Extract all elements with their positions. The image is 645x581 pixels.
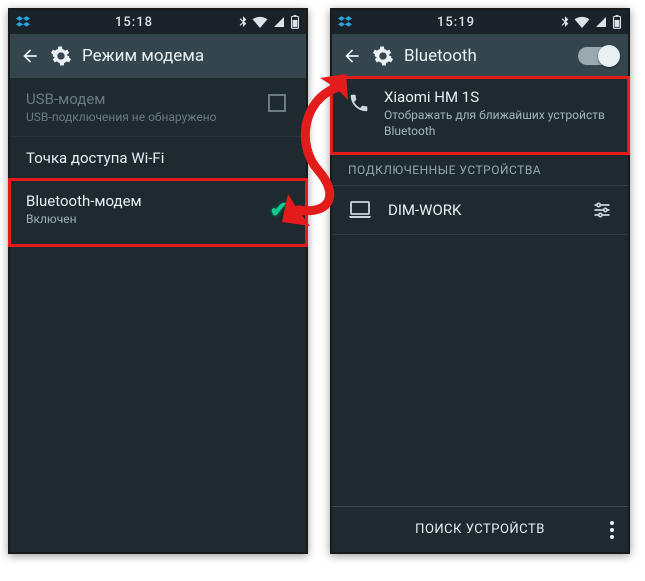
back-icon[interactable] — [342, 46, 362, 66]
wifi-hotspot-row[interactable]: Точка доступа Wi-Fi — [10, 137, 306, 180]
device-name: Xiaomi HM 1S — [384, 88, 612, 106]
app-bar: Режим модема — [10, 34, 306, 78]
usb-tethering-sub: USB-подключения не обнаружено — [26, 110, 290, 124]
dropbox-icon — [16, 15, 30, 29]
bottom-action-bar: ПОИСК УСТРОЙСТВ — [332, 506, 628, 552]
gear-icon — [372, 45, 394, 67]
paired-device-row[interactable]: DIM-WORK — [332, 186, 628, 235]
wifi-icon — [252, 16, 268, 28]
bluetooth-icon — [238, 15, 248, 29]
sliders-icon[interactable] — [592, 200, 612, 220]
status-clock: 15:18 — [30, 15, 238, 30]
more-icon[interactable] — [610, 521, 614, 539]
paired-device-name: DIM-WORK — [388, 201, 576, 219]
bluetooth-icon — [560, 15, 570, 29]
app-bar: Bluetooth — [332, 34, 628, 78]
usb-checkbox — [268, 94, 286, 112]
bluetooth-tethering-title: Bluetooth-модем — [26, 192, 290, 210]
device-visibility-row[interactable]: Xiaomi HM 1S Отображать для ближайших ус… — [332, 78, 628, 153]
status-bar: 15:19 — [332, 10, 628, 34]
status-clock: 15:19 — [352, 15, 560, 30]
usb-tethering-row: USB-модем USB-подключения не обнаружено — [10, 78, 306, 137]
signal-icon — [594, 16, 608, 28]
appbar-title: Bluetooth — [404, 46, 477, 66]
phone-screen-tethering: 15:18 Режим модема USB-модем — [8, 8, 308, 554]
appbar-title: Режим модема — [82, 46, 204, 66]
phone-icon — [348, 88, 370, 114]
search-devices-button[interactable]: ПОИСК УСТРОЙСТВ — [415, 522, 545, 537]
back-icon[interactable] — [20, 46, 40, 66]
bluetooth-toggle[interactable] — [578, 47, 618, 65]
battery-icon — [612, 15, 622, 29]
phone-screen-bluetooth: 15:19 Bluetooth — [330, 8, 630, 554]
paired-devices-header: ПОДКЛЮЧЕННЫЕ УСТРОЙСТВА — [332, 153, 628, 186]
signal-icon — [272, 16, 286, 28]
gear-icon — [50, 45, 72, 67]
laptop-icon — [348, 200, 372, 220]
status-bar: 15:18 — [10, 10, 306, 34]
battery-icon — [290, 15, 300, 29]
device-visibility-sub: Отображать для ближайших устройств Bluet… — [384, 108, 612, 139]
bluetooth-tethering-sub: Включен — [26, 212, 290, 226]
usb-tethering-title: USB-модем — [26, 90, 290, 108]
bluetooth-tethering-row[interactable]: Bluetooth-модем Включен ✔ — [10, 180, 306, 245]
wifi-hotspot-title: Точка доступа Wi-Fi — [26, 149, 290, 167]
wifi-icon — [574, 16, 590, 28]
dropbox-icon — [338, 15, 352, 29]
check-icon: ✔ — [270, 198, 288, 223]
